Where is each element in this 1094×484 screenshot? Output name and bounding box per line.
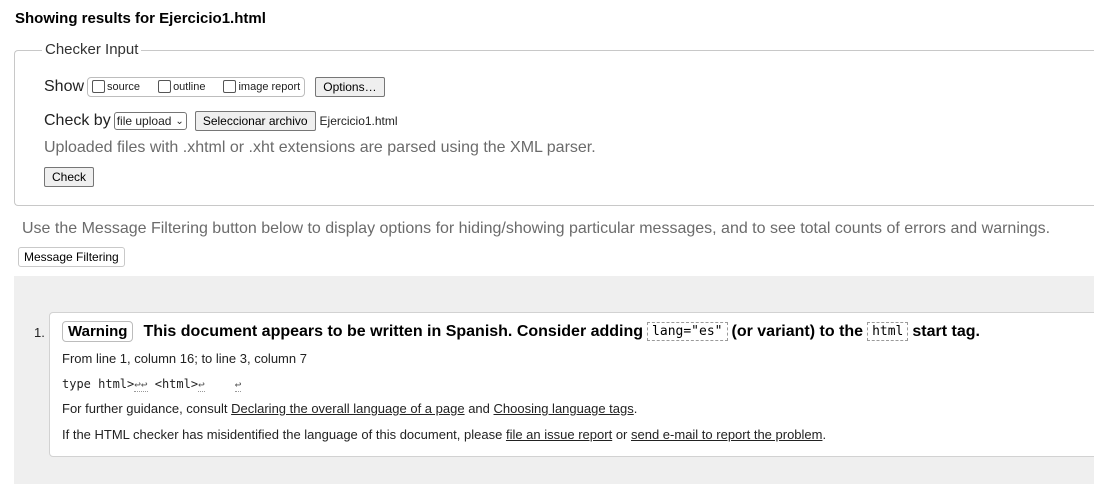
show-label: Show: [44, 78, 85, 95]
declaring-language-link[interactable]: Declaring the overall language of a page: [231, 401, 464, 416]
show-row: Show source outline image report Options…: [44, 77, 385, 97]
image-report-label: image report: [238, 81, 301, 93]
report-or: or: [615, 427, 628, 442]
guidance-end: .: [633, 401, 638, 416]
report-end: .: [822, 427, 827, 442]
report-prefix: If the HTML checker has misidentified th…: [62, 427, 503, 442]
message-heading: Warning This document appears to be writ…: [62, 321, 980, 342]
check-by-row: Check by file upload ⌄ Seleccionar archi…: [44, 111, 398, 131]
checker-input-legend: Checker Input: [42, 41, 142, 58]
message-text-middle: (or variant) to the: [731, 322, 864, 340]
check-by-label: Check by: [44, 112, 111, 129]
send-email-link[interactable]: send e-mail to report the problem: [631, 427, 822, 442]
message-filtering-info: Use the Message Filtering button below t…: [22, 220, 1051, 237]
guidance-and: and: [468, 401, 490, 416]
warning-badge: Warning: [62, 321, 134, 342]
html-tag-code: html: [867, 322, 909, 341]
xml-parser-hint: Uploaded files with .xhtml or .xht exten…: [44, 139, 596, 156]
show-image-report-option[interactable]: image report: [223, 79, 301, 94]
outline-label: outline: [173, 81, 206, 93]
options-button[interactable]: Options…: [315, 77, 385, 97]
source-extract: type html>↩↩ <html>↩ ↩: [62, 376, 242, 392]
check-by-select[interactable]: file upload ⌄: [113, 112, 187, 130]
extract-prefix: type html>: [62, 377, 135, 391]
return-icon: ↩: [198, 378, 205, 392]
check-button[interactable]: Check: [44, 167, 95, 187]
source-label: source: [107, 81, 141, 93]
report-line: If the HTML checker has misidentified th…: [62, 427, 826, 442]
show-options-group: source outline image report: [87, 77, 306, 97]
message-text-before: This document appears to be written in S…: [143, 322, 644, 340]
outline-checkbox[interactable]: [158, 79, 172, 93]
source-checkbox[interactable]: [92, 79, 106, 93]
guidance-prefix: For further guidance, consult: [62, 401, 228, 416]
guidance-line: For further guidance, consult Declaring …: [62, 401, 637, 416]
message-filtering-button[interactable]: Message Filtering: [18, 247, 125, 267]
extract-middle: <html>: [147, 377, 199, 391]
file-issue-report-link[interactable]: file an issue report: [506, 427, 612, 442]
choose-file-button[interactable]: Seleccionar archivo: [194, 111, 316, 131]
message-text-after: start tag.: [912, 322, 980, 340]
page-title: Showing results for Ejercicio1.html: [15, 10, 266, 27]
image-report-checkbox[interactable]: [223, 79, 237, 93]
chevron-down-icon: ⌄: [175, 115, 184, 127]
message-number: 1.: [34, 325, 45, 340]
show-outline-option[interactable]: outline: [158, 79, 206, 94]
choosing-language-tags-link[interactable]: Choosing language tags: [494, 401, 634, 416]
show-source-option[interactable]: source: [92, 79, 141, 94]
return-icon: ↩↩: [134, 378, 148, 392]
message-location: From line 1, column 16; to line 3, colum…: [62, 351, 307, 366]
lang-attribute-code: lang="es": [647, 322, 728, 341]
check-by-selected-value: file upload: [116, 114, 172, 128]
selected-file-name: Ejercicio1.html: [319, 114, 398, 128]
return-icon: ↩: [234, 378, 242, 392]
